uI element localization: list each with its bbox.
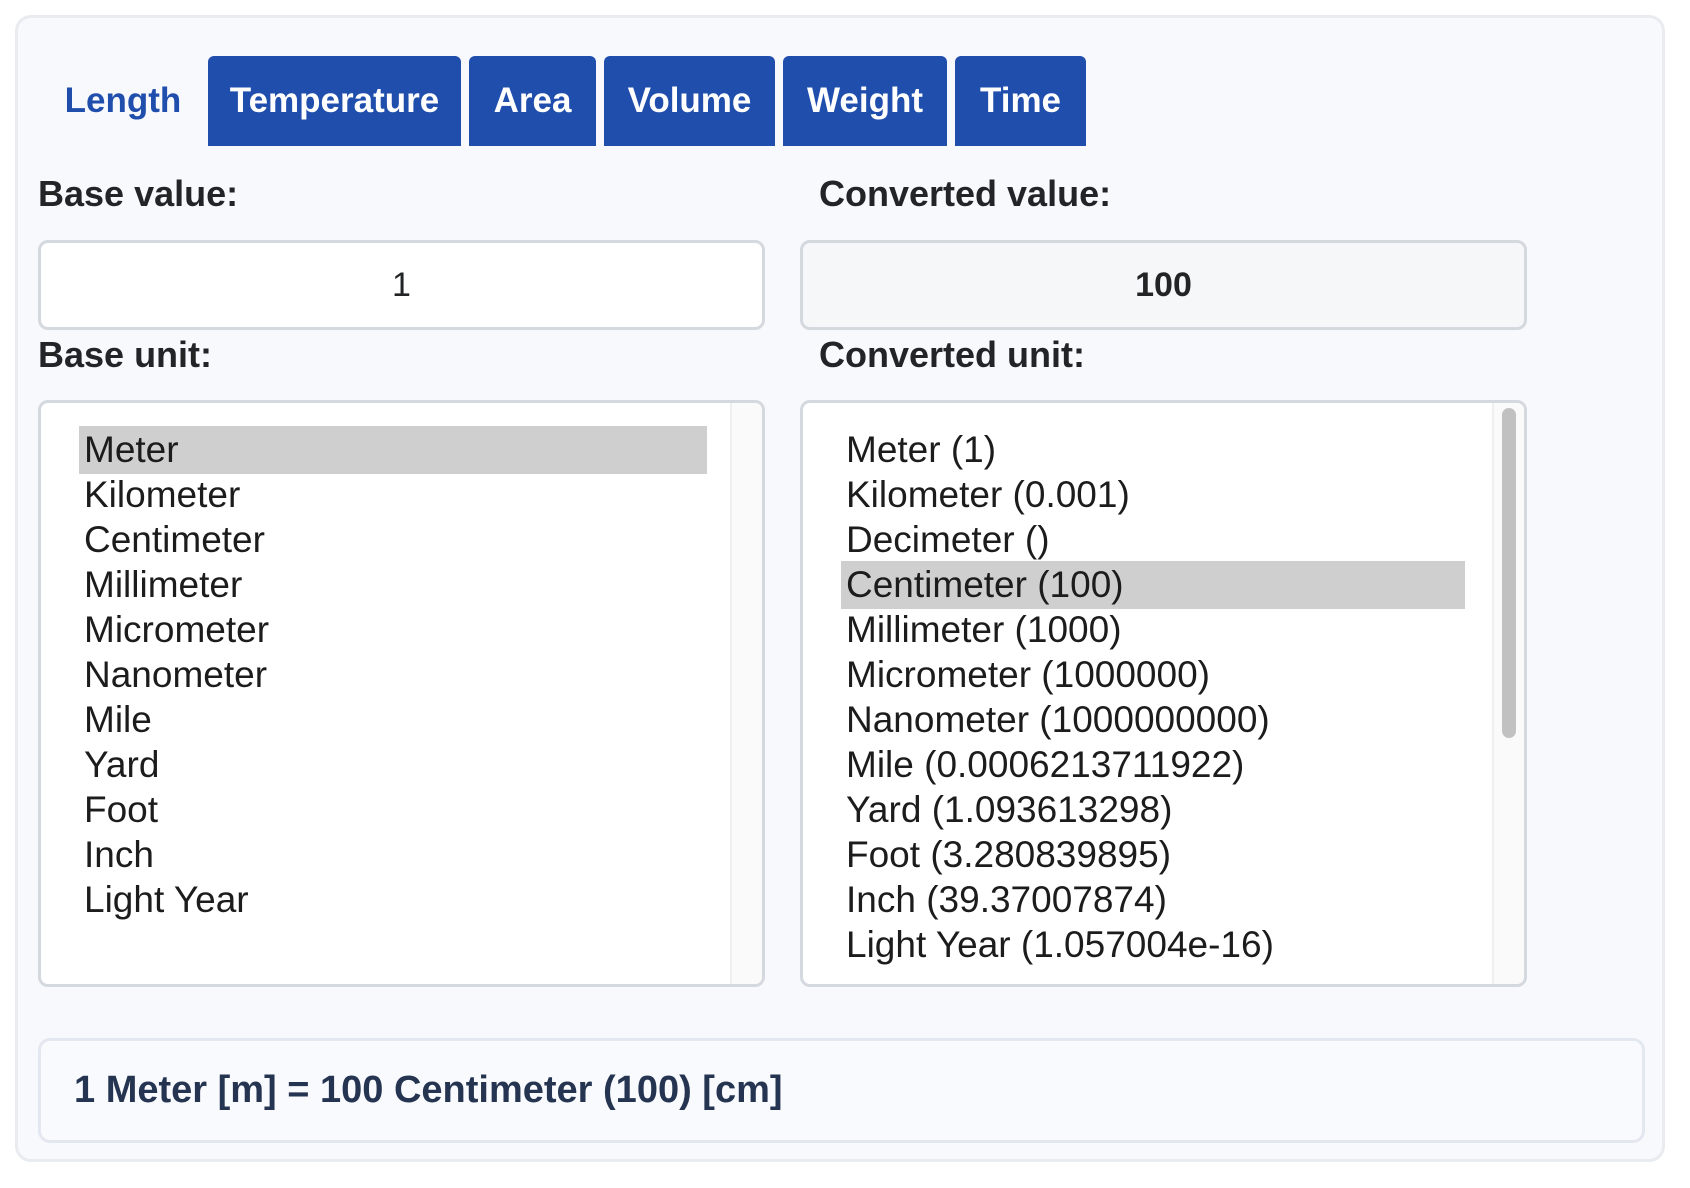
tab-temperature[interactable]: Temperature xyxy=(208,56,461,146)
base-unit-option-centimeter[interactable]: Centimeter xyxy=(79,516,265,564)
converted-unit-option-mile[interactable]: Mile (0.0006213711922) xyxy=(841,741,1244,789)
converter-card: Length Temperature Area Volume Weight Ti… xyxy=(15,15,1665,1162)
base-unit-option-light-year[interactable]: Light Year xyxy=(79,876,249,924)
converted-unit-option-inch[interactable]: Inch (39.37007874) xyxy=(841,876,1167,924)
base-value-text: 1 xyxy=(392,265,411,304)
base-unit-option-millimeter[interactable]: Millimeter xyxy=(79,561,242,609)
converted-unit-option-centimeter[interactable]: Centimeter (100) xyxy=(841,561,1465,609)
base-unit-option-mile[interactable]: Mile xyxy=(79,696,152,744)
converted-unit-label: Converted unit: xyxy=(819,334,1085,375)
base-value-label: Base value: xyxy=(38,173,239,214)
converted-unit-option-decimeter[interactable]: Decimeter () xyxy=(841,516,1050,564)
converted-unit-option-yard[interactable]: Yard (1.093613298) xyxy=(841,786,1172,834)
converted-unit-option-foot[interactable]: Foot (3.280839895) xyxy=(841,831,1171,879)
converted-value-text: 100 xyxy=(1135,265,1192,304)
base-unit-option-foot[interactable]: Foot xyxy=(79,786,158,834)
tab-time[interactable]: Time xyxy=(955,56,1086,146)
base-unit-label: Base unit: xyxy=(38,334,213,375)
converted-unit-option-micrometer[interactable]: Micrometer (1000000) xyxy=(841,651,1210,699)
converted-unit-option-millimeter[interactable]: Millimeter (1000) xyxy=(841,606,1122,654)
converted-unit-option-meter[interactable]: Meter (1) xyxy=(841,426,996,474)
converted-value-output: 100 xyxy=(800,240,1527,330)
converted-value-label: Converted value: xyxy=(819,173,1112,214)
tab-area[interactable]: Area xyxy=(469,56,596,146)
base-value-input[interactable]: 1 xyxy=(38,240,765,330)
base-unit-option-micrometer[interactable]: Micrometer xyxy=(79,606,269,654)
base-unit-list[interactable]: Meter Kilometer Centimeter Millimeter Mi… xyxy=(38,400,765,987)
converted-unit-scrollbar[interactable] xyxy=(1492,403,1524,984)
tab-volume[interactable]: Volume xyxy=(604,56,775,146)
base-unit-scrollbar[interactable] xyxy=(730,403,762,984)
conversion-result-text: 1 Meter [m] = 100 Centimeter (100) [cm] xyxy=(74,1069,783,1111)
converted-unit-option-nanometer[interactable]: Nanometer (1000000000) xyxy=(841,696,1270,744)
base-unit-option-kilometer[interactable]: Kilometer xyxy=(79,471,240,519)
converted-unit-scrollbar-thumb[interactable] xyxy=(1502,408,1516,738)
converted-unit-option-kilometer[interactable]: Kilometer (0.001) xyxy=(841,471,1130,519)
base-unit-option-nanometer[interactable]: Nanometer xyxy=(79,651,267,699)
base-unit-option-inch[interactable]: Inch xyxy=(79,831,154,879)
conversion-result: 1 Meter [m] = 100 Centimeter (100) [cm] xyxy=(38,1038,1645,1143)
base-unit-option-meter[interactable]: Meter xyxy=(79,426,707,474)
tab-weight[interactable]: Weight xyxy=(783,56,947,146)
converted-unit-list[interactable]: Meter (1) Kilometer (0.001) Decimeter ()… xyxy=(800,400,1527,987)
base-unit-option-yard[interactable]: Yard xyxy=(79,741,159,789)
tab-length[interactable]: Length xyxy=(38,56,208,146)
converted-unit-option-light-year[interactable]: Light Year (1.057004e-16) xyxy=(841,921,1274,969)
